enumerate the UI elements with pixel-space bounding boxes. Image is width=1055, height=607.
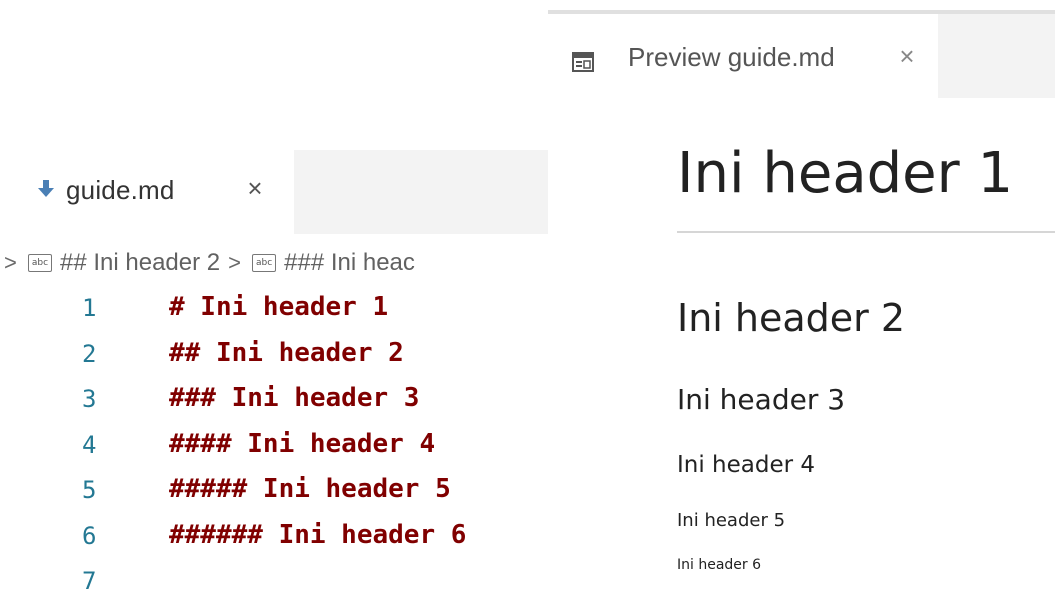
code-line[interactable]: 1 # Ini header 1 (0, 288, 548, 334)
line-text[interactable]: ### Ini header 3 (169, 383, 419, 413)
line-number: 2 (82, 339, 97, 368)
code-editor[interactable]: 1 # Ini header 1 2 ## Ini header 2 3 ###… (0, 288, 548, 607)
line-text[interactable]: # Ini header 1 (169, 292, 388, 322)
breadcrumb: > abc ## Ini header 2 > abc ### Ini heac (0, 240, 548, 284)
line-number: 5 (82, 476, 97, 504)
line-text[interactable]: ###### Ini header 6 (169, 520, 466, 550)
close-icon[interactable]: × (240, 172, 270, 204)
preview-tab[interactable]: Preview guide.md × (548, 14, 938, 98)
breadcrumb-item[interactable]: abc ## Ini header 2 (28, 241, 220, 284)
code-line[interactable]: 3 ### Ini header 3 (0, 379, 548, 425)
code-line[interactable]: 7 (0, 561, 548, 607)
line-number: 4 (82, 430, 97, 459)
preview-heading-6: Ini header 6 (677, 557, 762, 573)
line-text[interactable]: #### Ini header 4 (169, 429, 435, 459)
line-number: 6 (82, 521, 97, 550)
chevron-right-icon: > (4, 249, 17, 275)
code-line[interactable]: 4 #### Ini header 4 (0, 425, 548, 471)
close-icon[interactable]: × (892, 40, 922, 72)
chevron-right-icon: > (228, 249, 241, 275)
line-text[interactable]: ##### Ini header 5 (169, 474, 451, 504)
preview-heading-4: Ini header 4 (677, 452, 816, 478)
preview-heading-1: Ini header 1 (677, 141, 1014, 206)
editor-tab-bar: guide.md × (0, 150, 548, 234)
line-number: 3 (82, 385, 97, 413)
preview-tab-label: Preview guide.md (628, 42, 835, 72)
line-text[interactable]: ## Ini header 2 (169, 338, 404, 368)
abc-string-icon: abc (28, 254, 52, 273)
editor-pane: guide.md × > abc ## Ini header 2 > abc ### In… (0, 0, 548, 595)
breadcrumb-item[interactable]: abc ### Ini heac (252, 241, 415, 284)
breadcrumb-item-label: ### Ini heac (284, 248, 415, 276)
preview-pane: Preview guide.md × Ini header 1 Ini head… (548, 0, 1055, 591)
preview-heading-3: Ini header 3 (677, 383, 846, 416)
heading-divider (677, 231, 1055, 233)
preview-tab-bar-empty (938, 14, 1055, 98)
line-number: 1 (82, 294, 97, 322)
editor-tab-bar-empty (294, 150, 548, 234)
preview-heading-5: Ini header 5 (677, 510, 786, 531)
code-line[interactable]: 6 ###### Ini header 6 (0, 516, 548, 562)
abc-string-icon: abc (252, 254, 277, 273)
code-line[interactable]: 5 ##### Ini header 5 (0, 470, 548, 516)
preview-icon (572, 52, 594, 72)
preview-heading-2: Ini header 2 (677, 296, 906, 340)
editor-tab-label: guide.md (66, 175, 175, 205)
code-line[interactable]: 2 ## Ini header 2 (0, 334, 548, 380)
editor-tab-guide-md[interactable]: guide.md × (0, 150, 294, 234)
markdown-download-icon (38, 180, 54, 197)
breadcrumb-item-label: ## Ini header 2 (60, 248, 221, 276)
